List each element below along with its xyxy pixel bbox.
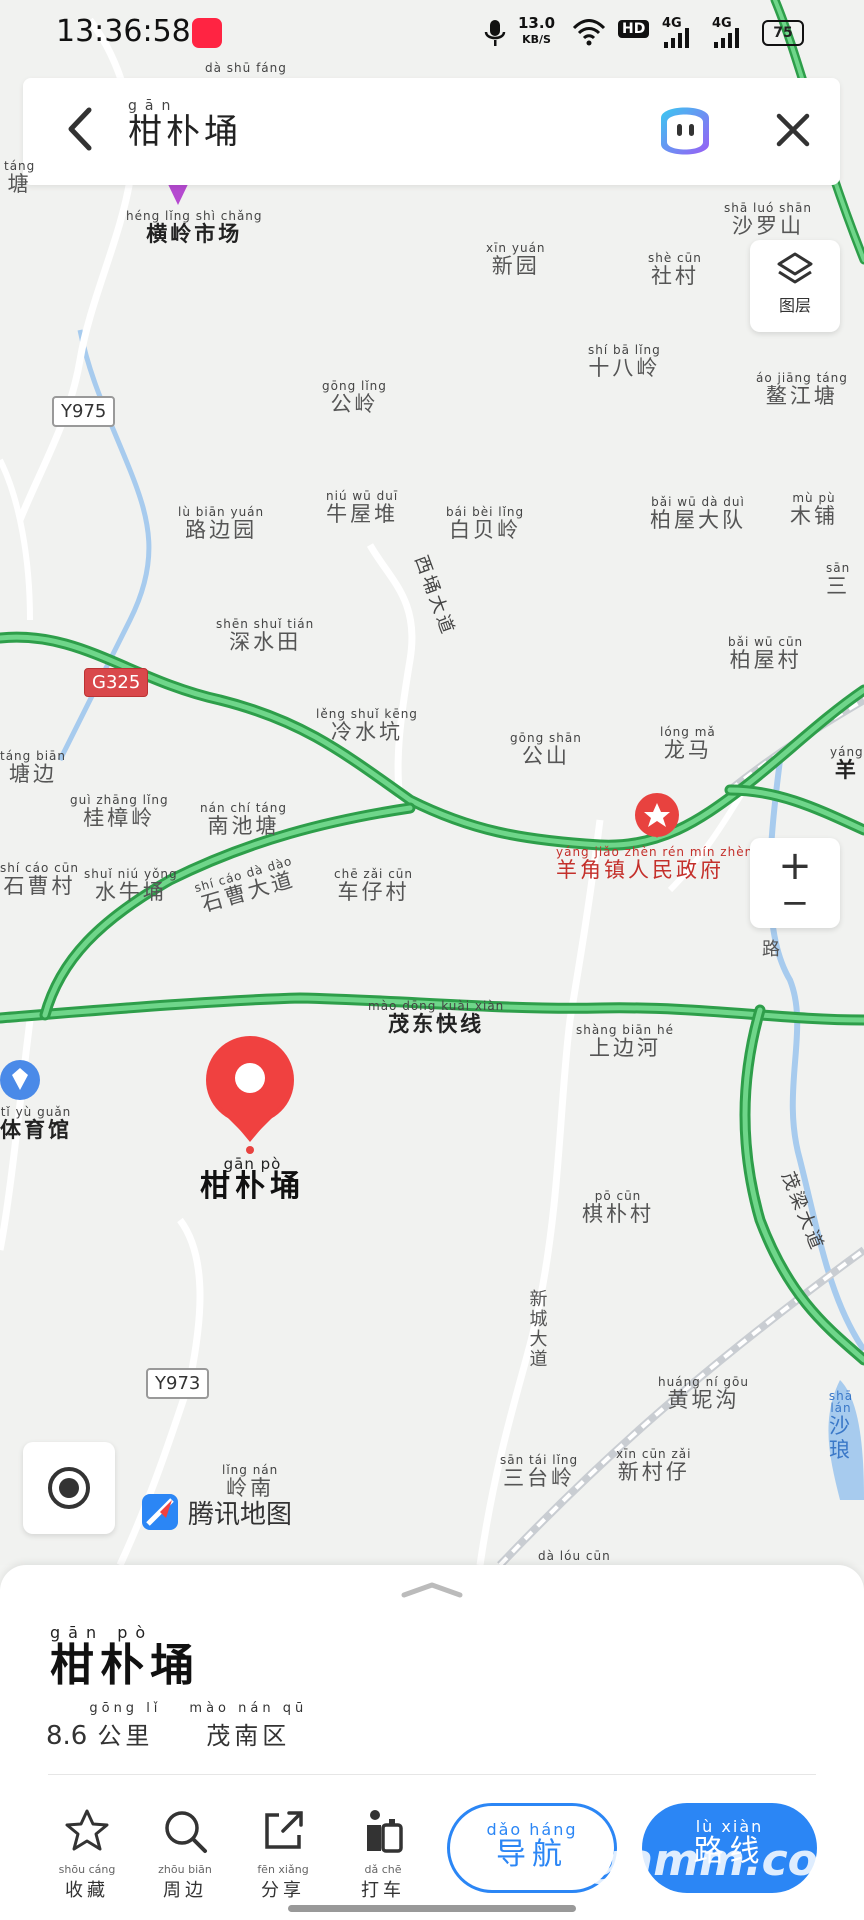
search-icon bbox=[165, 1811, 207, 1853]
signal-icon bbox=[714, 28, 739, 48]
map-label: xīn yuán 新园 bbox=[486, 241, 546, 278]
poi-label-gymnasium[interactable]: tǐ yù guǎn 体育馆 bbox=[0, 1106, 72, 1142]
map-label: shēn shuǐ tián 深水田 bbox=[216, 617, 315, 654]
road-label-maodong-expressway: mào dōng kuài xiàn 茂东快线 bbox=[368, 999, 505, 1036]
locate-button[interactable] bbox=[23, 1442, 115, 1534]
map-label: xīn cūn zǎi 新村仔 bbox=[616, 1447, 692, 1484]
zoom-in-button[interactable]: + bbox=[750, 846, 840, 886]
map-label: shàng biān hé 上边河 bbox=[576, 1023, 674, 1060]
map-label: lóng mǎ 龙马 bbox=[660, 725, 716, 762]
wifi-icon bbox=[572, 19, 606, 46]
map-label: shí cáo cūn 石曹村 bbox=[0, 861, 79, 898]
close-icon[interactable] bbox=[771, 108, 815, 152]
taxi-button[interactable]: dǎ chē 打车 bbox=[338, 1807, 428, 1902]
map-brand: 腾讯地图 bbox=[140, 1492, 292, 1532]
map-label: lěng shuǐ kēng 冷水坑 bbox=[316, 707, 418, 744]
map-label: yáng 羊 bbox=[830, 745, 864, 782]
map-label: chē zǎi cūn 车仔村 bbox=[334, 867, 414, 904]
map-label: pō cūn 棋朴村 bbox=[582, 1189, 654, 1226]
battery-icon: 75 bbox=[762, 20, 804, 46]
map-label: guì zhāng lǐng 桂樟岭 bbox=[70, 793, 169, 830]
zoom-control[interactable]: + − bbox=[750, 838, 840, 928]
distance-value: 8.6 bbox=[46, 1721, 88, 1751]
chevron-left-icon[interactable] bbox=[57, 104, 107, 154]
map-label: shí bā lǐng 十八岭 bbox=[588, 343, 661, 380]
site-watermark: gamm.com bbox=[592, 1835, 864, 1886]
distance-unit: gōng lǐ 公里 bbox=[89, 1701, 162, 1750]
road-shield-y975: Y975 bbox=[52, 396, 116, 427]
map-brand-label: 腾讯地图 bbox=[188, 1499, 293, 1530]
map-label: gōng lǐng 公岭 bbox=[322, 379, 387, 416]
road-label-xincheng-avenue: 新城大道 bbox=[529, 1289, 551, 1370]
map-label: bǎi wū dà duì 柏屋大队 bbox=[650, 495, 746, 532]
map-label: bái bèi lǐng 白贝岭 bbox=[446, 505, 525, 542]
microphone-icon bbox=[484, 20, 506, 46]
net-speed: 13.0 KB/S bbox=[518, 14, 556, 47]
zoom-out-button[interactable]: − bbox=[750, 886, 840, 920]
map-label: áo jiāng táng 鳌江塘 bbox=[756, 371, 848, 408]
map-canvas[interactable]: 13:36:58 13.0 KB/S HD 4G 4G 75 gān 柑朴埇 dà… bbox=[0, 0, 864, 1565]
robot-face-icon[interactable] bbox=[653, 100, 717, 162]
search-query-pinyin: gān bbox=[128, 98, 179, 114]
nearby-button[interactable]: zhōu biān 周边 bbox=[140, 1807, 230, 1902]
divider bbox=[48, 1774, 816, 1775]
map-label: shè cūn 社村 bbox=[648, 251, 702, 288]
map-label: táng biān 塘边 bbox=[0, 749, 67, 786]
search-query[interactable]: gān 柑朴埇 bbox=[128, 98, 242, 152]
map-label: shuǐ niú yǒng 水牛埇 bbox=[84, 867, 178, 904]
road-shield-g325: G325 bbox=[84, 668, 149, 697]
place-detail-sheet[interactable]: gān pò 柑朴埇 8.6 gōng lǐ 公里 mào nán qū 茂南区 s… bbox=[0, 1565, 864, 1920]
map-label: mù pù 木铺 bbox=[790, 491, 838, 528]
place-title: gān pò 柑朴埇 bbox=[50, 1623, 200, 1690]
map-label: nán chí táng 南池塘 bbox=[200, 801, 288, 838]
map-label: sān tái lǐng 三台岭 bbox=[500, 1453, 579, 1490]
selected-place-label[interactable]: gān pò 柑朴埇 bbox=[200, 1157, 305, 1204]
layers-icon bbox=[777, 252, 813, 284]
map-label: bǎi wū cūn 柏屋村 bbox=[728, 635, 804, 672]
layers-button[interactable]: 图层 bbox=[750, 240, 840, 332]
favorite-button[interactable]: shōu cáng 收藏 bbox=[42, 1807, 132, 1902]
share-button[interactable]: fēn xiǎng 分享 bbox=[238, 1807, 328, 1902]
poi-label-hengling-market[interactable]: héng lǐng shì chǎng 横岭市场 bbox=[126, 210, 263, 246]
road-shield-y973: Y973 bbox=[146, 1368, 210, 1399]
hd-badge: HD bbox=[618, 20, 650, 38]
star-icon bbox=[65, 1809, 109, 1851]
map-label: niú wū duī 牛屋堆 bbox=[326, 489, 399, 526]
share-icon bbox=[265, 1811, 303, 1849]
district: mào nán qū 茂南区 bbox=[189, 1701, 308, 1750]
locate-icon bbox=[48, 1467, 90, 1509]
home-indicator[interactable] bbox=[288, 1905, 576, 1912]
map-label: lù biān yuán 路边园 bbox=[178, 505, 265, 542]
place-meta: 8.6 gōng lǐ 公里 mào nán qū 茂南区 bbox=[46, 1701, 307, 1751]
search-query-text: 柑朴埇 bbox=[128, 112, 242, 152]
map-label: shā lán 沙琅 bbox=[828, 1389, 854, 1462]
place-title-text: 柑朴埇 bbox=[50, 1640, 200, 1691]
layers-label: 图层 bbox=[778, 296, 811, 315]
map-label: sān 三 bbox=[826, 561, 851, 598]
app-notification-icon bbox=[192, 18, 222, 48]
tencent-map-logo-icon bbox=[142, 1494, 178, 1530]
map-label: táng 塘 bbox=[4, 159, 36, 196]
map-label: gōng shān 公山 bbox=[510, 731, 582, 768]
status-bar: 13:36:58 13.0 KB/S HD 4G 4G 75 bbox=[0, 0, 864, 66]
map-label: dà lóu cūn bbox=[538, 1549, 611, 1563]
map-label: 路 bbox=[762, 939, 783, 960]
search-bar[interactable]: gān 柑朴埇 bbox=[23, 78, 840, 185]
signal-icon bbox=[664, 28, 689, 48]
sheet-handle-icon[interactable] bbox=[400, 1579, 464, 1599]
taxi-icon bbox=[367, 1810, 403, 1853]
map-label: huáng ní gōu 黄坭沟 bbox=[658, 1375, 749, 1412]
status-time: 13:36:58 bbox=[56, 14, 191, 49]
map-label: dà shū fáng bbox=[205, 61, 287, 75]
map-label: shā luó shān 沙罗山 bbox=[724, 201, 812, 238]
